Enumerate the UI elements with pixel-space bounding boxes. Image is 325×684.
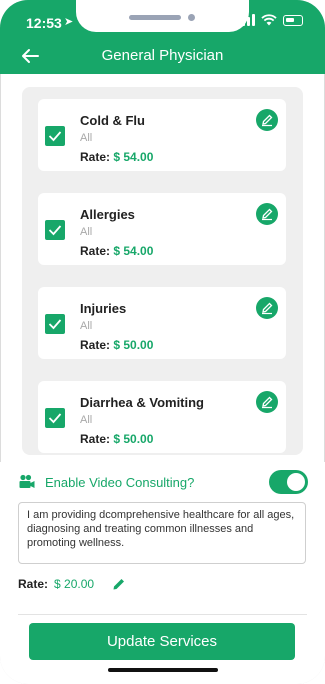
service-category: All xyxy=(80,414,93,426)
video-camera-icon xyxy=(19,474,35,488)
service-name: Diarrhea & Vomiting xyxy=(80,395,205,410)
service-name: Cold & Flu xyxy=(80,113,145,128)
service-category: All xyxy=(80,320,93,332)
speaker-grille xyxy=(129,15,181,20)
battery-icon xyxy=(283,14,303,26)
pencil-icon xyxy=(262,302,273,315)
home-indicator xyxy=(108,668,218,672)
service-checkbox[interactable] xyxy=(45,220,65,240)
checkmark-icon xyxy=(48,131,62,142)
edit-service-button[interactable] xyxy=(256,297,278,319)
pencil-icon[interactable] xyxy=(112,577,126,591)
divider xyxy=(18,614,307,615)
video-consulting-label: Enable Video Consulting? xyxy=(45,475,195,490)
app-header: General Physician xyxy=(0,40,325,74)
checkmark-icon xyxy=(48,319,62,330)
pencil-icon xyxy=(262,114,273,127)
service-name: Injuries xyxy=(80,301,127,316)
video-consulting-toggle[interactable] xyxy=(269,470,308,494)
video-rate-row: Rate: $ 20.00 xyxy=(18,575,126,593)
services-list[interactable]: Cold & Flu All Rate: $ 54.00 Allergies A… xyxy=(22,87,303,455)
toggle-knob xyxy=(287,473,305,491)
page-title: General Physician xyxy=(101,47,224,64)
edit-service-button[interactable] xyxy=(256,109,278,131)
service-rate: Rate: $ 50.00 xyxy=(80,432,154,446)
device-notch xyxy=(76,0,249,32)
pencil-icon xyxy=(262,396,273,409)
update-services-button[interactable]: Update Services xyxy=(29,623,295,660)
status-time: 12:53 xyxy=(26,15,62,31)
service-card: Cold & Flu All Rate: $ 54.00 xyxy=(38,99,286,171)
service-card: Allergies All Rate: $ 54.00 xyxy=(38,193,286,265)
service-category: All xyxy=(80,226,93,238)
service-checkbox[interactable] xyxy=(45,126,65,146)
front-camera xyxy=(188,14,195,21)
video-rate-label: Rate: xyxy=(18,577,49,591)
video-consulting-panel: Enable Video Consulting? I am providing … xyxy=(0,462,325,684)
video-consulting-row: Enable Video Consulting? xyxy=(18,470,308,496)
service-rate: Rate: $ 54.00 xyxy=(80,244,154,258)
consulting-description-input[interactable]: I am providing dcomprehensive healthcare… xyxy=(18,502,306,564)
service-name: Allergies xyxy=(80,207,135,222)
service-card: Diarrhea & Vomiting All Rate: $ 50.00 xyxy=(38,381,286,453)
video-rate-value: $ 20.00 xyxy=(54,577,95,591)
signal-icon xyxy=(237,14,255,26)
service-category: All xyxy=(80,132,93,144)
pencil-icon xyxy=(262,208,273,221)
edit-service-button[interactable] xyxy=(256,203,278,225)
service-checkbox[interactable] xyxy=(45,314,65,334)
service-rate: Rate: $ 50.00 xyxy=(80,338,154,352)
edit-service-button[interactable] xyxy=(256,391,278,413)
status-icons xyxy=(237,14,303,26)
location-arrow-icon: ➤ xyxy=(64,16,74,28)
service-card: Injuries All Rate: $ 50.00 xyxy=(38,287,286,359)
phone-frame: 12:53 ➤ General Physician Cold & Flu All… xyxy=(0,0,325,684)
service-rate: Rate: $ 54.00 xyxy=(80,150,154,164)
checkmark-icon xyxy=(48,413,62,424)
status-bar: 12:53 ➤ xyxy=(0,0,325,44)
wifi-icon xyxy=(261,14,277,26)
service-checkbox[interactable] xyxy=(45,408,65,428)
checkmark-icon xyxy=(48,225,62,236)
